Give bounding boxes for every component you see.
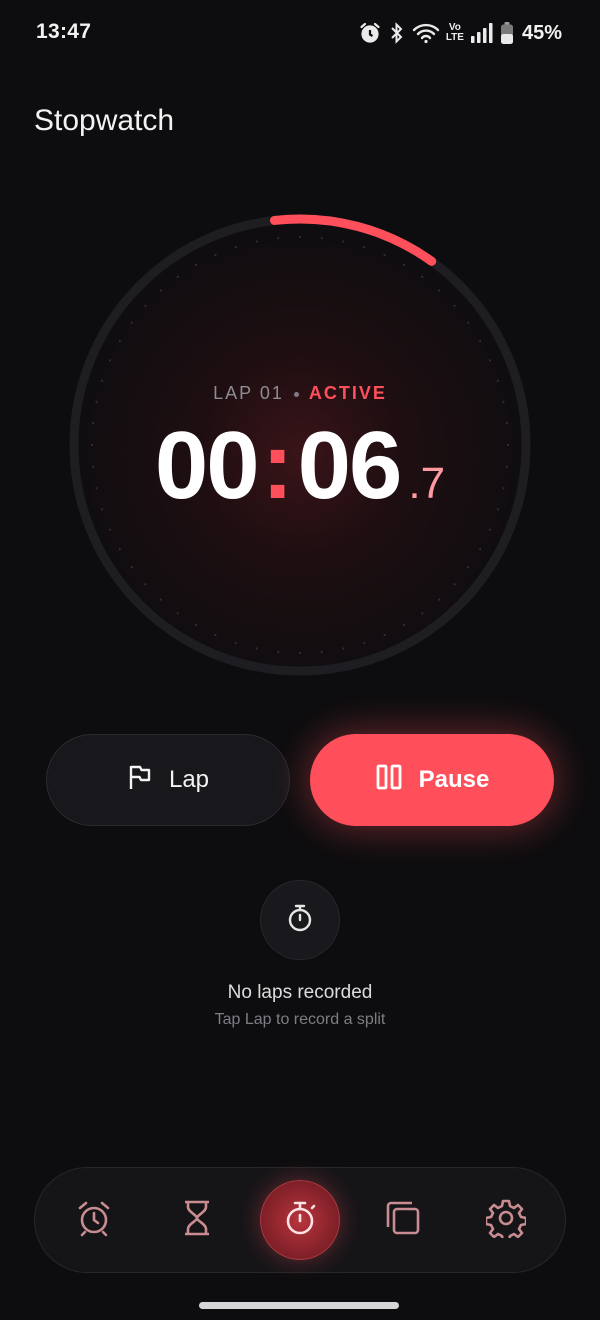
pause-button-label: Pause [418, 766, 490, 793]
lap-label: LAP 01 [213, 383, 284, 403]
lap-button-label: Lap [168, 766, 210, 793]
dial-tick [214, 253, 217, 257]
dial-tick [277, 650, 280, 653]
dial-tick [402, 624, 406, 627]
status-bar: 13:47 Vo LTE 45% [0, 0, 600, 66]
empty-laps-subtitle: Tap Lap to record a split [214, 1011, 386, 1028]
bluetooth-icon [388, 21, 406, 45]
dial-tick [342, 240, 345, 243]
minutes-value: 00 [154, 412, 260, 519]
state-label: ACTIVE [308, 383, 387, 403]
dial-tick [159, 289, 162, 292]
dial-tick [194, 263, 198, 266]
dial-tick [130, 321, 133, 324]
dial-tick [496, 379, 499, 382]
empty-laps-title: No laps recorded [227, 982, 373, 1003]
dial-tick [108, 528, 112, 531]
lap-button[interactable]: Lap [46, 734, 290, 826]
dial-tick [320, 237, 323, 240]
dial-tick [159, 598, 162, 601]
dial-tick [421, 612, 424, 615]
dial-tick [421, 275, 424, 278]
bottom-nav [34, 1167, 566, 1273]
wifi-icon [412, 22, 440, 44]
dial-tick [234, 246, 237, 249]
dial-tick [144, 583, 147, 586]
dial-tick [488, 528, 492, 531]
flag-icon [127, 763, 153, 798]
dial-tick [255, 647, 258, 650]
nav-settings[interactable] [473, 1187, 539, 1253]
nav-alarm[interactable] [61, 1187, 127, 1253]
dial-tick [144, 304, 147, 307]
battery-percent: 45% [521, 21, 562, 44]
dial-tick [194, 624, 198, 627]
gear-icon [484, 1198, 528, 1243]
alarm-icon [358, 21, 382, 45]
stopwatch-icon [282, 1199, 318, 1242]
nav-timer[interactable] [164, 1187, 230, 1253]
time-readout: 00:06.7 [67, 418, 533, 514]
dial-tick [438, 598, 441, 601]
separator-dot [293, 391, 299, 397]
battery-icon [500, 21, 514, 45]
dial-tick [383, 253, 386, 257]
stacked-squares-icon [384, 1199, 422, 1242]
alarm-clock-icon [75, 1199, 113, 1242]
signal-icon [470, 22, 494, 44]
volte-bottom-label: LTE [445, 32, 464, 43]
nav-world-clock[interactable] [370, 1187, 436, 1253]
dial-tick [277, 237, 280, 240]
status-icons: Vo LTE 45% [358, 18, 562, 48]
dial-tick [108, 359, 112, 362]
page-title: Stopwatch [34, 104, 175, 137]
stopwatch-dial: LAP 01 ACTIVE 00:06.7 [67, 212, 533, 678]
home-indicator[interactable] [199, 1302, 399, 1309]
dial-tick [467, 321, 470, 324]
dial-tick [118, 547, 121, 551]
dial-tick [453, 304, 456, 307]
hourglass-icon [180, 1199, 214, 1242]
dial-tick [479, 339, 482, 343]
dial-tick [453, 583, 456, 586]
dial-tick [488, 359, 492, 362]
time-separator: : [261, 412, 294, 519]
dial-tick [298, 235, 302, 239]
empty-laps-icon-wrap [260, 880, 340, 960]
dial-tick [234, 641, 237, 644]
dial-tick [363, 246, 366, 249]
dial-tick [383, 633, 386, 637]
volte-icon: Vo LTE [446, 23, 464, 43]
dial-tick [320, 650, 323, 653]
dial-tick [467, 566, 470, 569]
dial-tick [363, 641, 366, 644]
dial-tick [298, 651, 302, 655]
dial-tick [176, 612, 179, 615]
pause-button[interactable]: Pause [310, 734, 554, 826]
nav-stopwatch[interactable] [260, 1180, 340, 1260]
stopwatch-icon [284, 902, 316, 939]
dial-tick [402, 263, 406, 266]
lap-status: LAP 01 ACTIVE [67, 383, 533, 404]
status-time: 13:47 [36, 20, 92, 43]
seconds-value: 06 [297, 412, 403, 519]
tenths-value: .7 [408, 459, 446, 508]
dial-tick [479, 547, 482, 551]
dial-tick [118, 339, 121, 343]
dial-tick [130, 566, 133, 569]
dial-tick [101, 379, 104, 382]
pause-icon [375, 763, 403, 798]
dial-tick [255, 240, 258, 243]
dial-tick [176, 275, 179, 278]
dial-tick [342, 647, 345, 650]
dial-tick [438, 289, 441, 292]
dial-tick [214, 633, 217, 637]
